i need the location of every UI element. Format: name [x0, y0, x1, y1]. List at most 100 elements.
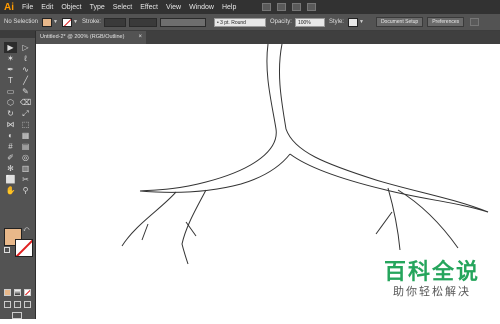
artboard-canvas[interactable]: 百科全说 助你轻松解决	[36, 43, 500, 319]
blend-icon[interactable]: ◎	[19, 152, 32, 163]
menu-effect[interactable]: Effect	[136, 4, 162, 11]
twig-left-3	[181, 189, 207, 265]
menu-help[interactable]: Help	[218, 4, 240, 11]
menu-window[interactable]: Window	[185, 4, 218, 11]
width-icon[interactable]: ⋈	[4, 119, 17, 130]
watermark-title: 百科全说	[383, 259, 480, 284]
document-setup-button[interactable]: Document Setup	[375, 17, 424, 27]
color-icon[interactable]	[4, 289, 11, 296]
slice-icon[interactable]: ✂	[19, 174, 32, 185]
arrange-icon[interactable]	[470, 18, 480, 26]
trunk-left-outline	[139, 43, 277, 192]
none-slash-icon	[25, 290, 30, 295]
selection-icon[interactable]: ▶	[4, 42, 17, 53]
stroke-swatch[interactable]	[15, 239, 33, 257]
gpu-icon[interactable]	[307, 3, 317, 11]
zoom-icon[interactable]: ⚲	[19, 185, 32, 196]
magic-wand-icon[interactable]: ✶	[4, 53, 17, 64]
chevron-down-icon[interactable]: ▼	[359, 19, 364, 25]
brush-definition-field[interactable]	[159, 17, 206, 27]
twig-left-1	[121, 191, 177, 247]
control-bar: No Selection ▼ ▼ Stroke: • 3 pt. Round O…	[0, 14, 500, 31]
menu-select[interactable]: Select	[109, 4, 136, 11]
mesh-icon[interactable]: #	[4, 141, 17, 152]
draw-behind-icon[interactable]	[14, 301, 21, 308]
close-icon[interactable]: ×	[138, 31, 142, 44]
chevron-down-icon[interactable]: ▼	[73, 19, 78, 25]
none-icon[interactable]	[24, 289, 31, 296]
direct-selection-icon[interactable]: ▷	[19, 42, 32, 53]
stroke-weight-field[interactable]	[103, 17, 126, 27]
eyedropper-icon[interactable]: ✐	[4, 152, 17, 163]
arrange-documents-icon[interactable]	[292, 3, 302, 11]
type-icon[interactable]: T	[4, 75, 17, 86]
gradient-icon[interactable]: ▤	[19, 141, 32, 152]
fill-color-swatch[interactable]	[42, 17, 53, 27]
rectangle-icon[interactable]: ▭	[4, 86, 17, 97]
draw-mode-row	[4, 301, 31, 308]
rotate-icon[interactable]: ↻	[4, 108, 17, 119]
style-label: Style:	[328, 19, 344, 25]
branch-right-inner	[289, 153, 489, 213]
menu-object[interactable]: Object	[57, 4, 85, 11]
screen-mode-icon[interactable]	[12, 312, 22, 319]
stroke-profile-field[interactable]: • 3 pt. Round	[213, 17, 266, 27]
watermark: 百科全说 助你轻松解决	[372, 259, 492, 299]
twig-right-1	[387, 187, 401, 251]
opacity-field[interactable]: 100%	[294, 17, 325, 27]
variable-width-field[interactable]	[128, 17, 157, 27]
lasso-icon[interactable]: ℓ	[19, 53, 32, 64]
document-tab[interactable]: Untitled-2* @ 200% (RGB/Outline) ×	[36, 31, 146, 44]
shape-builder-icon[interactable]: ◐	[4, 130, 17, 141]
stock-icon[interactable]	[277, 3, 287, 11]
curvature-icon[interactable]: ∿	[19, 64, 32, 75]
default-colors-icon[interactable]	[4, 247, 10, 253]
menu-edit[interactable]: Edit	[37, 4, 57, 11]
draw-inside-icon[interactable]	[24, 301, 31, 308]
shaper-icon[interactable]: ⬡	[4, 97, 17, 108]
eraser-icon[interactable]: ⌫	[19, 97, 32, 108]
document-tab-title: Untitled-2* @ 200% (RGB/Outline)	[40, 34, 125, 40]
color-controls: ⤺	[4, 227, 34, 258]
twig-right-2	[375, 211, 393, 235]
menu-file[interactable]: File	[18, 4, 37, 11]
swap-icon[interactable]: ⤺	[23, 227, 29, 234]
none-slash-icon	[62, 18, 71, 26]
stroke-label: Stroke:	[81, 19, 101, 25]
bridge-icon[interactable]	[262, 3, 272, 11]
tools-panel: ▶ ▷ ✶ ℓ ✒ ∿ T ╱ ▭ ✎ ⬡ ⌫ ↻ ⤢ ⋈ ⬚ ◐ ▦ # ▤ ✐ ◎ ✻ ▥ ⬜ ✂ ✋ ⚲ ⤺	[0, 31, 36, 319]
selection-status: No Selection	[4, 19, 39, 25]
graphic-style-swatch[interactable]	[347, 17, 358, 27]
paintbrush-icon[interactable]: ✎	[19, 86, 32, 97]
preferences-button[interactable]: Preferences	[427, 17, 465, 27]
line-segment-icon[interactable]: ╱	[19, 75, 32, 86]
column-graph-icon[interactable]: ▥	[19, 163, 32, 174]
hand-icon[interactable]: ✋	[4, 185, 17, 196]
symbol-sprayer-icon[interactable]: ✻	[4, 163, 17, 174]
chevron-down-icon[interactable]: ▼	[53, 19, 58, 25]
gradient-icon[interactable]	[14, 289, 21, 296]
draw-normal-icon[interactable]	[4, 301, 11, 308]
pen-icon[interactable]: ✒	[4, 64, 17, 75]
perspective-grid-icon[interactable]: ▦	[19, 130, 32, 141]
illustrator-logo: Ai	[4, 1, 14, 13]
menu-type[interactable]: Type	[86, 4, 109, 11]
branch-left-inner	[139, 153, 291, 193]
artboard-icon[interactable]: ⬜	[4, 174, 17, 185]
trunk-right-outline	[278, 43, 489, 213]
tools-panel-header[interactable]	[0, 31, 35, 38]
free-transform-icon[interactable]: ⬚	[19, 119, 32, 130]
twig-left-2	[141, 223, 149, 241]
stroke-profile-value: 3 pt. Round	[220, 19, 246, 26]
screen-mode-row	[12, 312, 22, 319]
opacity-label: Opacity:	[269, 19, 292, 25]
menu-view[interactable]: View	[162, 4, 185, 11]
color-mode-row	[4, 289, 31, 296]
menu-bar: Ai File Edit Object Type Select Effect V…	[0, 0, 500, 14]
stroke-color-swatch[interactable]	[61, 17, 72, 27]
document-tab-bar: Untitled-2* @ 200% (RGB/Outline) ×	[36, 31, 500, 44]
twig-left-4	[185, 221, 197, 237]
scale-icon[interactable]: ⤢	[19, 108, 32, 119]
watermark-subtitle: 助你轻松解决	[393, 286, 471, 298]
tool-grid: ▶ ▷ ✶ ℓ ✒ ∿ T ╱ ▭ ✎ ⬡ ⌫ ↻ ⤢ ⋈ ⬚ ◐ ▦ # ▤ ✐ ◎ ✻ ▥ ⬜ ✂ ✋ ⚲	[4, 42, 35, 196]
